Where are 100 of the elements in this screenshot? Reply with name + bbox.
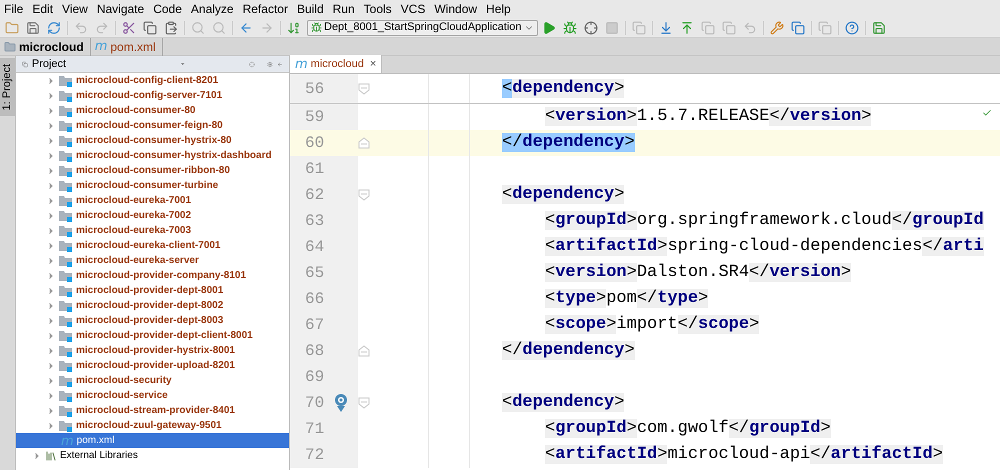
fold-marker-icon[interactable] (358, 397, 370, 409)
fold-marker-icon[interactable] (358, 137, 370, 149)
module-folder-icon (59, 344, 73, 356)
tree-label: microcloud-provider-dept-8003 (76, 314, 224, 328)
line-number: 63 (305, 211, 324, 232)
module-folder-icon (59, 284, 73, 296)
line-number: 65 (305, 263, 324, 284)
tree-row[interactable]: microcloud-eureka-client-7001 (16, 238, 289, 253)
tree-row[interactable]: microcloud-eureka-7001 (16, 193, 289, 208)
tree-row[interactable]: microcloud-provider-company-8101 (16, 268, 289, 283)
menu-item[interactable]: VCS (400, 0, 426, 18)
tree-row[interactable]: microcloud-consumer-ribbon-80 (16, 163, 289, 178)
tree-row[interactable]: microcloud-eureka-server (16, 253, 289, 268)
tree-row[interactable]: microcloud-provider-dept-8002 (16, 298, 289, 313)
tree-row[interactable]: microcloud-provider-dept-client-8001 (16, 328, 289, 343)
module-folder-icon (59, 314, 73, 326)
tree-label: microcloud-security (76, 374, 172, 388)
line-number: 67 (305, 315, 324, 336)
tree-row[interactable]: microcloud-service (16, 388, 289, 403)
tree-row[interactable]: microcloud-provider-hystrix-8001 (16, 343, 289, 358)
menu-item[interactable]: Window (434, 0, 478, 18)
code-line: <dependency> (502, 393, 624, 412)
module-folder-icon (59, 120, 73, 132)
tree-row[interactable]: microcloud-eureka-7002 (16, 208, 289, 223)
menu-item[interactable]: View (62, 0, 88, 18)
module-folder-icon (59, 404, 73, 416)
module-folder-icon (59, 150, 73, 162)
tree-row[interactable]: microcloud-stream-provider-8401 (16, 403, 289, 418)
line-number: 60 (305, 133, 324, 154)
code-line: <artifactId>spring-cloud-dependencies</arti (545, 237, 984, 256)
tree-row[interactable]: microcloud-provider-dept-8003 (16, 313, 289, 328)
tree-row[interactable]: microcloud-consumer-hystrix-dashboard (16, 148, 289, 163)
module-folder-icon (59, 210, 73, 222)
module-folder-icon (59, 240, 73, 252)
menu-item[interactable]: Build (296, 0, 324, 18)
tree-row[interactable]: microcloud-provider-dept-8001 (16, 283, 289, 298)
menu-item[interactable]: Edit (32, 0, 54, 18)
breadcrumb-item[interactable]: microcloud (19, 38, 84, 56)
no-errors-icon (982, 108, 992, 118)
code-line: <version>1.5.7.RELEASE</version> (545, 107, 872, 126)
bug-icon (311, 22, 322, 33)
module-folder-icon (59, 194, 73, 206)
module-folder-icon (59, 300, 73, 312)
run-configuration-dropdown[interactable]: Dept_8001_StartSpringCloudApplication (307, 20, 538, 36)
menu-item[interactable]: Help (486, 0, 511, 18)
tree-row[interactable]: microcloud-eureka-7003 (16, 223, 289, 238)
module-folder-icon (59, 270, 73, 282)
line-number: 62 (305, 185, 324, 206)
code-line: <type>pom</type> (545, 289, 708, 308)
code-line: <scope>import</scope> (545, 315, 760, 334)
line-number: 70 (305, 393, 324, 414)
tree-label: microcloud-provider-upload-8201 (76, 359, 235, 373)
fold-marker-icon[interactable] (358, 345, 370, 357)
module-folder-icon (59, 390, 73, 402)
tree-label: microcloud-consumer-turbine (76, 179, 218, 193)
tree-row[interactable]: microcloud-provider-upload-8201 (16, 358, 289, 373)
tree-row[interactable]: microcloud-config-client-8201 (16, 73, 289, 88)
maven-file-icon: m (295, 58, 308, 70)
editor-tab[interactable]: m microcloud × (290, 55, 382, 73)
tree-label: pom.xml (76, 434, 114, 448)
menu-item[interactable]: Code (153, 0, 182, 18)
code-line: <dependency> (502, 185, 624, 204)
line-number: 66 (305, 289, 324, 310)
menu-item[interactable]: File (4, 0, 24, 18)
panel-title[interactable]: Project (32, 56, 66, 72)
line-number: 72 (305, 445, 324, 466)
tree-label: microcloud-provider-dept-8001 (76, 284, 224, 298)
code-line: <groupId>com.gwolf</groupId> (545, 419, 831, 438)
line-number: 56 (305, 78, 324, 100)
menu-item[interactable]: Analyze (190, 0, 234, 18)
tree-row[interactable]: microcloud-consumer-turbine (16, 178, 289, 193)
fold-marker-icon[interactable] (358, 82, 370, 94)
close-tab-button[interactable]: × (370, 56, 376, 72)
tree-label: microcloud-eureka-7001 (76, 194, 192, 208)
library-icon (45, 450, 57, 462)
breadcrumb-item[interactable]: pom.xml (110, 38, 156, 56)
tree-row[interactable]: microcloud-consumer-feign-80 (16, 118, 289, 133)
code-line: </dependency> (502, 341, 635, 360)
maven-file-icon: m (94, 40, 108, 53)
module-folder-icon (59, 224, 73, 236)
line-number: 61 (305, 159, 324, 180)
menu-item[interactable]: Refactor (242, 0, 288, 18)
tree-row[interactable]: microcloud-zuul-gateway-9501 (16, 418, 289, 433)
tree-row[interactable]: External Libraries (16, 448, 289, 463)
tree-row[interactable]: microcloud-security (16, 373, 289, 388)
menu-item[interactable]: Navigate (96, 0, 144, 18)
menu-item[interactable]: Run (332, 0, 355, 18)
code-line: <dependency> (502, 78, 624, 98)
line-number: 69 (305, 367, 324, 388)
tree-label: microcloud-consumer-ribbon-80 (76, 164, 230, 178)
tree-label: microcloud-provider-company-8101 (76, 269, 246, 283)
tree-row[interactable]: microcloud-consumer-80 (16, 103, 289, 118)
menu-item[interactable]: Tools (364, 0, 392, 18)
tree-label: microcloud-config-client-8201 (76, 74, 218, 88)
tree-row[interactable]: microcloud-consumer-hystrix-80 (16, 133, 289, 148)
bookmark-marker-icon[interactable] (334, 393, 348, 413)
project-tool-tab[interactable]: 1: Project (0, 58, 15, 116)
fold-marker-icon[interactable] (358, 189, 370, 201)
tree-label: microcloud-service (76, 389, 168, 403)
tree-row[interactable]: microcloud-config-server-7101 (16, 88, 289, 103)
